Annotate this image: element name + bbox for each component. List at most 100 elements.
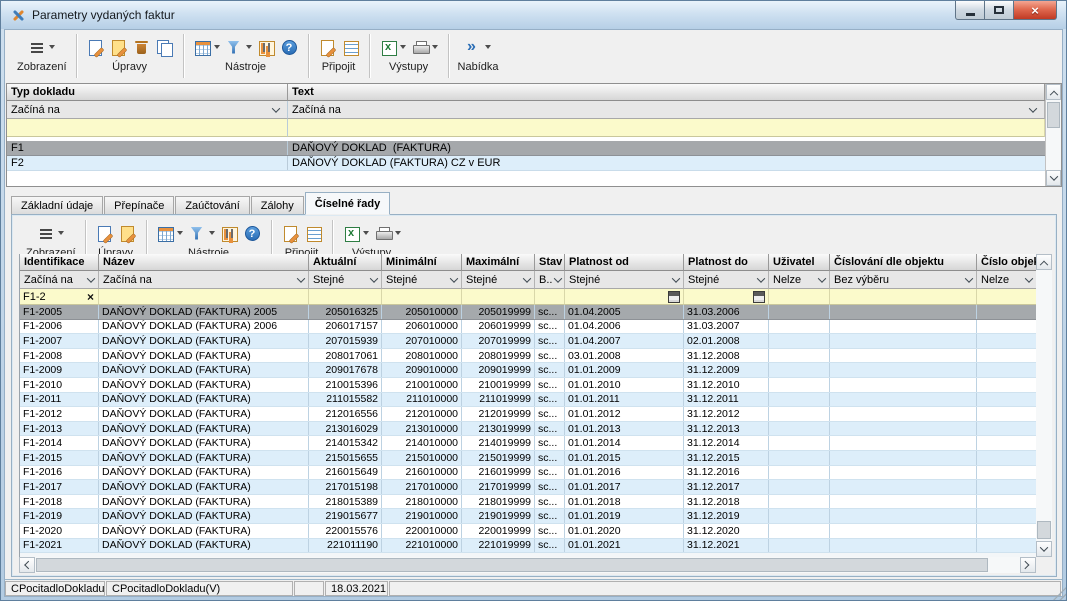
cell[interactable]: sc... (535, 509, 565, 523)
cell[interactable] (830, 305, 977, 319)
column-header-platnost-do[interactable]: Platnost do (684, 254, 769, 271)
cell[interactable]: 31.12.2021 (684, 539, 769, 553)
cell[interactable]: DAŇOVÝ DOKLAD (FAKTURA) (99, 451, 309, 465)
cell[interactable]: 211010000 (382, 393, 462, 407)
cell[interactable]: F1-2008 (20, 349, 99, 363)
table-row-F1-2021[interactable]: F1-2021DAŇOVÝ DOKLAD (FAKTURA)2210111902… (20, 539, 1036, 554)
quick-filter-platnost-od[interactable] (565, 289, 684, 305)
table-row-F1-2008[interactable]: F1-2008DAŇOVÝ DOKLAD (FAKTURA)2080170612… (20, 349, 1036, 364)
filter-operator-text[interactable]: Začíná na (288, 101, 1045, 119)
cell[interactable]: 218019999 (462, 495, 535, 509)
cell[interactable] (977, 349, 1036, 363)
table-row-F1-2019[interactable]: F1-2019DAŇOVÝ DOKLAD (FAKTURA)2190156772… (20, 509, 1036, 524)
table-row-F1-2018[interactable]: F1-2018DAŇOVÝ DOKLAD (FAKTURA)2180153892… (20, 495, 1036, 510)
settings-button[interactable] (218, 223, 241, 244)
cell[interactable]: DAŇOVÝ DOKLAD (FAKTURA) (99, 480, 309, 494)
cell[interactable]: 206019999 (462, 320, 535, 334)
cell[interactable]: 01.01.2013 (565, 422, 684, 436)
column-header-typ-dokladu[interactable]: Typ dokladu (7, 84, 288, 101)
cell[interactable]: F1-2011 (20, 393, 99, 407)
help-button[interactable] (241, 223, 264, 244)
cell[interactable]: 217010000 (382, 480, 462, 494)
scrollbar-thumb[interactable] (1037, 521, 1051, 539)
table-row-F1-2017[interactable]: F1-2017DAŇOVÝ DOKLAD (FAKTURA)2170151982… (20, 480, 1036, 495)
view-menu-button[interactable] (26, 37, 58, 58)
cell[interactable]: 31.03.2006 (684, 305, 769, 319)
cell[interactable]: 219010000 (382, 509, 462, 523)
table-row-F1-2012[interactable]: F1-2012DAŇOVÝ DOKLAD (FAKTURA)2120165562… (20, 407, 1036, 422)
cell[interactable] (830, 349, 977, 363)
cell[interactable] (977, 436, 1036, 450)
filter-operator-uzivatel[interactable]: Nelze (769, 271, 830, 289)
quick-filter-stav[interactable] (535, 289, 565, 305)
quick-filter-aktualni[interactable] (309, 289, 382, 305)
cell[interactable] (977, 539, 1036, 553)
filter-operator-nazev[interactable]: Začíná na (99, 271, 309, 289)
cell[interactable]: 218015389 (309, 495, 382, 509)
cell[interactable] (977, 509, 1036, 523)
filter-operator-maximalni[interactable]: Stejné (462, 271, 535, 289)
cell[interactable] (769, 349, 830, 363)
tab-zalohy[interactable]: Zálohy (251, 196, 304, 215)
cell[interactable] (830, 480, 977, 494)
doc-type-row-F1[interactable]: F1 DAŇOVÝ DOKLAD (FAKTURA) (7, 141, 1045, 156)
cell[interactable]: DAŇOVÝ DOKLAD (FAKTURA) (99, 378, 309, 392)
quick-filter-platnost-do[interactable] (684, 289, 769, 305)
table-row-F1-2013[interactable]: F1-2013DAŇOVÝ DOKLAD (FAKTURA)2130160292… (20, 422, 1036, 437)
cell[interactable]: 31.12.2009 (684, 363, 769, 377)
tab-ciselne-rady[interactable]: Číselné řady (305, 192, 390, 215)
filter-button[interactable] (223, 37, 255, 58)
tab-prepinace[interactable]: Přepínače (104, 196, 174, 215)
cell[interactable] (977, 320, 1036, 334)
quick-filter-cislo-objektu[interactable] (977, 289, 1036, 305)
quick-filter-identifikace[interactable]: F1-2× (20, 289, 99, 305)
cell[interactable]: DAŇOVÝ DOKLAD (FAKTURA) (99, 495, 309, 509)
cell[interactable]: F2 (7, 156, 288, 170)
menu-button[interactable] (462, 37, 494, 58)
cell[interactable]: 01.04.2005 (565, 305, 684, 319)
scroll-up-button[interactable] (1046, 84, 1061, 100)
cell[interactable]: 31.12.2011 (684, 393, 769, 407)
cell[interactable]: 221019999 (462, 539, 535, 553)
cell[interactable]: F1-2016 (20, 466, 99, 480)
cell[interactable]: 213016029 (309, 422, 382, 436)
cell[interactable] (769, 524, 830, 538)
cell[interactable]: F1-2017 (20, 480, 99, 494)
cell[interactable]: DAŇOVÝ DOKLAD (FAKTURA) (99, 524, 309, 538)
column-header-platnost-od[interactable]: Platnost od (565, 254, 684, 271)
cell[interactable]: 01.01.2011 (565, 393, 684, 407)
cell[interactable]: 221011190 (309, 539, 382, 553)
cell[interactable] (769, 320, 830, 334)
column-header-cislo-objektu[interactable]: Číslo objektu (977, 254, 1036, 271)
cell[interactable] (769, 363, 830, 377)
cell[interactable] (769, 480, 830, 494)
cell[interactable]: 212019999 (462, 407, 535, 421)
cell[interactable]: sc... (535, 466, 565, 480)
column-header-aktualni[interactable]: Aktuální (309, 254, 382, 271)
column-header-nazev[interactable]: Název (99, 254, 309, 271)
column-header-minimalni[interactable]: Minimální (382, 254, 462, 271)
grid-settings-button[interactable] (191, 37, 223, 58)
cell[interactable] (977, 305, 1036, 319)
cell[interactable]: 210019999 (462, 378, 535, 392)
edit-record-button[interactable] (107, 37, 130, 58)
cell[interactable] (830, 466, 977, 480)
cell[interactable]: F1-2007 (20, 334, 99, 348)
cell[interactable]: sc... (535, 378, 565, 392)
cell[interactable]: 31.03.2007 (684, 320, 769, 334)
cell[interactable]: 01.01.2012 (565, 407, 684, 421)
table-horizontal-scrollbar[interactable] (19, 557, 1036, 573)
cell[interactable] (830, 320, 977, 334)
note-button[interactable] (316, 37, 339, 58)
cell[interactable] (830, 509, 977, 523)
cell[interactable]: 218010000 (382, 495, 462, 509)
excel-export-button[interactable] (340, 223, 372, 244)
cell[interactable]: 31.12.2014 (684, 436, 769, 450)
cell[interactable]: DAŇOVÝ DOKLAD (FAKTURA) (99, 393, 309, 407)
cell[interactable]: 02.01.2008 (684, 334, 769, 348)
column-header-text[interactable]: Text (288, 84, 1045, 101)
table-row-F1-2009[interactable]: F1-2009DAŇOVÝ DOKLAD (FAKTURA)2090176782… (20, 363, 1036, 378)
cell[interactable]: 31.12.2012 (684, 407, 769, 421)
cell[interactable] (977, 480, 1036, 494)
new-record-button[interactable] (93, 223, 116, 244)
